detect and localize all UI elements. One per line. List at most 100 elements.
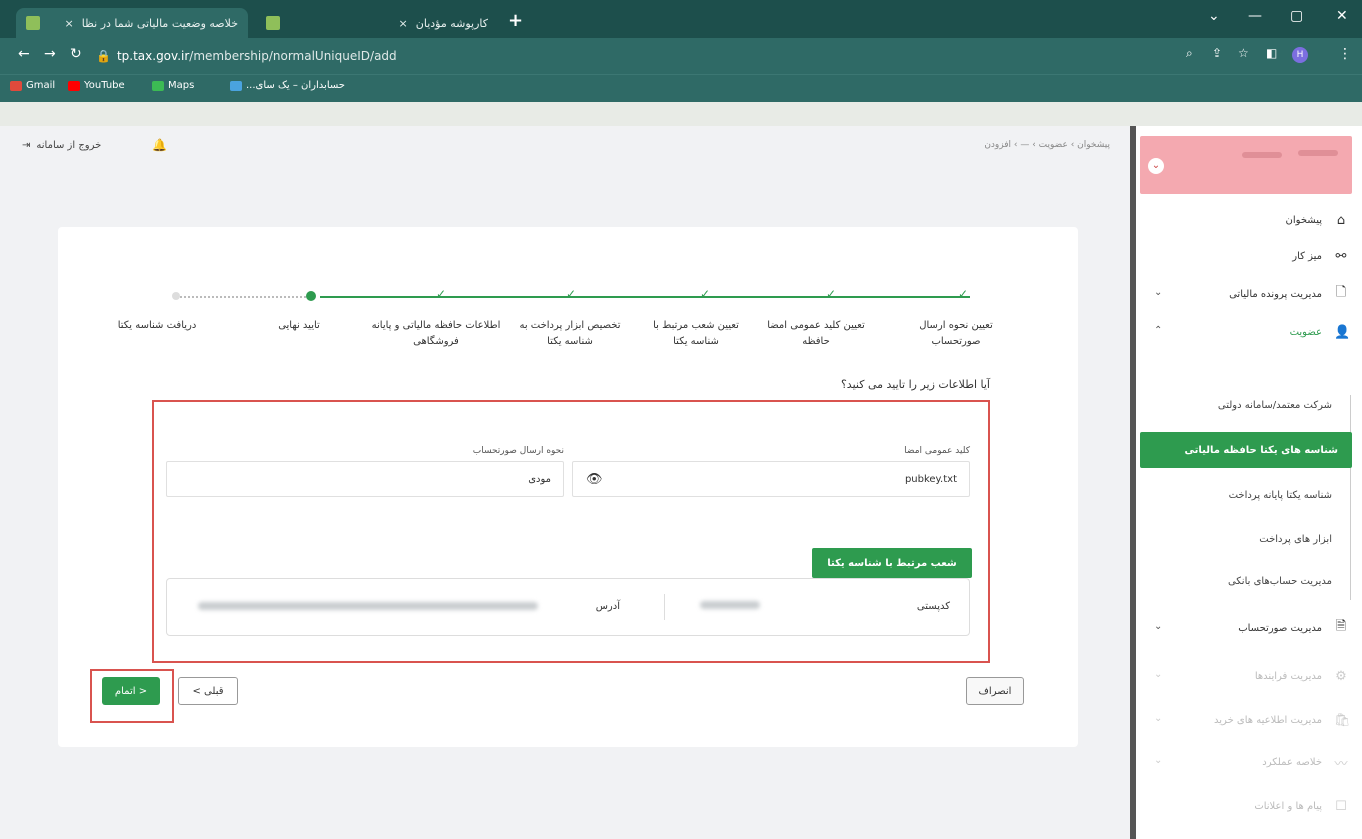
bookmark-gmail[interactable]: Gmail — [10, 80, 55, 91]
home-icon: ⌂ — [1336, 212, 1346, 228]
previous-button[interactable]: < قبلی — [178, 677, 238, 705]
sidebar-subitem-bank-accounts[interactable]: مدیریت حساب‌های بانکی — [1136, 566, 1346, 596]
gmail-icon — [10, 80, 22, 91]
step-label-send-method: تعیین نحوه ارسال صورتحساب — [919, 320, 993, 347]
minimize-button[interactable]: — — [1248, 8, 1262, 24]
postal-code-label: کدپستی — [916, 601, 950, 612]
sidebar-item-processes[interactable]: ⌄ مدیریت فرایندها ⚙ — [1136, 662, 1358, 690]
cancel-button[interactable]: انصراف — [966, 677, 1024, 705]
chevron-down-icon: ⌄ — [1154, 755, 1163, 766]
tab-close-icon[interactable]: × — [65, 17, 74, 30]
tab-search-icon[interactable]: ⌄ — [1208, 8, 1220, 24]
sidebar-item-messages[interactable]: پیام ها و اعلانات ☐ — [1136, 792, 1358, 820]
check-icon: ✓ — [436, 287, 447, 301]
user-id-redacted — [1242, 152, 1282, 158]
chart-icon: 〰 — [1334, 756, 1348, 772]
submenu-line — [1350, 395, 1351, 600]
send-method-label: نحوه ارسال صورتحساب — [472, 446, 564, 456]
process-icon: ⚙ — [1335, 668, 1347, 684]
branches-tab-button[interactable]: شعب مرتبط با شناسه یکتا — [812, 548, 972, 578]
share-icon[interactable]: ⇪ — [1212, 46, 1222, 60]
sidebar-item-membership[interactable]: ⌃ عضویت 👤 — [1136, 318, 1358, 346]
stepper-pending-line — [180, 296, 310, 298]
site-icon — [230, 80, 242, 91]
check-icon: ✓ — [700, 287, 711, 301]
step-label-receive-id: دریافت شناسه یکتا — [117, 320, 197, 331]
sidebar-subitem-payment-terminal-id[interactable]: شناسه یکتا پایانه پرداخت — [1136, 480, 1346, 510]
lock-icon: 🔒 — [96, 49, 111, 63]
zoom-icon[interactable]: ⌕ — [1186, 46, 1193, 61]
eye-icon[interactable]: 👁 — [586, 472, 603, 487]
sidebar-item-dashboard[interactable]: پیشخوان ⌂ — [1136, 206, 1358, 234]
sidebar-item-performance-summary[interactable]: ⌄ خلاصه عملکرد 〰 — [1136, 748, 1358, 776]
bookmark-accountants[interactable]: حسابداران – یک سای... — [230, 80, 345, 91]
step-label-final-confirm: تایید نهایی — [278, 320, 320, 331]
stepper-progress-line — [320, 296, 970, 298]
user-profile-box[interactable]: ⌄ — [1140, 136, 1352, 194]
site-favicon-icon — [26, 16, 40, 30]
sidebar-item-invoice-management[interactable]: ⌄ مدیریت صورتحساب 🗎 — [1136, 614, 1358, 642]
chevron-down-icon: ⌄ — [1154, 621, 1163, 632]
sidebar-subitem-payment-tools[interactable]: ابزار های پرداخت — [1136, 524, 1346, 554]
check-icon: ✓ — [958, 287, 969, 301]
maps-icon — [152, 80, 164, 91]
step-label-payment-tools: تخصیص ابزار پرداخت به شناسه یکتا — [519, 320, 621, 347]
tab-title: کارپوشه مؤدیان — [415, 16, 488, 30]
bookmark-maps[interactable]: Maps — [152, 80, 194, 91]
url-domain: tp.tax.gov.ir — [116, 49, 190, 63]
url-field[interactable]: 🔒 tp.tax.gov.ir /membership/normalUnique… — [96, 44, 1156, 68]
chevron-down-icon: ⌄ — [1154, 713, 1163, 724]
user-icon: 👤 — [1334, 324, 1351, 340]
highlight-box-finish — [90, 669, 174, 723]
sidepanel-icon[interactable]: ◧ — [1266, 46, 1277, 60]
back-arrow-icon[interactable]: ← — [18, 46, 30, 62]
sidebar-subitem-memory-ids[interactable]: شناسه های یکتا حافظه مالیاتی — [1140, 432, 1352, 468]
browser-menu-icon[interactable]: ⋮ — [1338, 46, 1352, 62]
check-icon: ✓ — [566, 287, 577, 301]
site-favicon-icon — [266, 16, 280, 30]
tab-close-icon[interactable]: × — [399, 17, 408, 30]
forward-arrow-icon[interactable]: → — [44, 46, 56, 62]
chevron-down-icon[interactable]: ⌄ — [1148, 158, 1164, 174]
page-banner-strip — [0, 102, 1362, 126]
logout-icon: ⇥ — [22, 140, 31, 151]
chevron-up-icon: ⌃ — [1154, 325, 1163, 336]
invoice-icon: 🗎 — [1335, 619, 1347, 634]
workspace-icon: ⚯ — [1335, 248, 1347, 264]
profile-avatar[interactable]: H — [1292, 47, 1308, 63]
logout-link[interactable]: ⇥ خروج از سامانه — [22, 140, 101, 151]
address-label: آدرس — [595, 601, 620, 612]
check-icon: ✓ — [826, 287, 837, 301]
logout-label: خروج از سامانه — [36, 140, 102, 151]
browser-tab-taxpayer-portal[interactable]: × کارپوشه مؤدیان — [256, 8, 498, 38]
column-divider — [664, 594, 665, 620]
sidebar-item-purchase-notices[interactable]: ⌄ مدیریت اطلاعیه های خرید 🛍 — [1136, 706, 1358, 734]
reload-icon[interactable]: ↻ — [70, 46, 82, 62]
step-label-public-key: تعیین کلید عمومی امضا حافظه — [767, 320, 865, 347]
sidebar-subitem-trusted-company[interactable]: شرکت معتمد/سامانه دولتی — [1136, 390, 1346, 420]
tab-title: خلاصه وضعیت مالیاتی شما در نظا — [81, 16, 238, 30]
public-key-label: کلید عمومی امضا — [904, 446, 970, 456]
confirm-question: آیا اطلاعات زیر را تایید می کنید؟ — [840, 378, 990, 391]
public-key-field: pubkey.txt — [572, 461, 970, 497]
sidebar-item-workdesk[interactable]: میز کار ⚯ — [1136, 242, 1358, 270]
bookmark-star-icon[interactable]: ☆ — [1238, 46, 1249, 60]
browser-tab-tax-summary[interactable]: × خلاصه وضعیت مالیاتی شما در نظا — [16, 8, 248, 38]
message-icon: ☐ — [1335, 798, 1347, 814]
notification-bell-icon[interactable]: 🔔 — [152, 138, 167, 152]
sidebar-item-tax-file[interactable]: ⌄ مدیریت پرونده مالیاتی 🗋 — [1136, 280, 1358, 308]
close-window-button[interactable]: ✕ — [1336, 8, 1348, 24]
file-icon: 🗋 — [1335, 285, 1347, 300]
bookmark-youtube[interactable]: YouTube — [68, 80, 125, 91]
maximize-button[interactable]: ▢ — [1290, 8, 1303, 24]
postal-code-value-redacted — [700, 601, 760, 609]
step-6-current-dot — [306, 291, 316, 301]
chevron-down-icon: ⌄ — [1154, 669, 1163, 680]
new-tab-button[interactable]: + — [508, 10, 523, 31]
step-7-dot — [172, 292, 180, 300]
send-method-field: مودی — [166, 461, 564, 497]
bookmarks-bar — [0, 74, 1362, 102]
address-value-redacted — [198, 602, 538, 610]
youtube-icon — [68, 80, 80, 91]
step-label-branches: تعیین شعب مرتبط با شناسه یکتا — [653, 320, 739, 347]
